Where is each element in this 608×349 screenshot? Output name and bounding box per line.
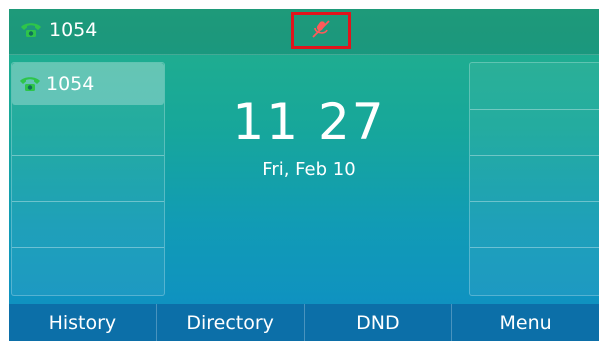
status-account: 1054: [19, 19, 97, 41]
line-key-label: 1054: [46, 73, 95, 95]
mute-indicator: [291, 12, 351, 49]
clock-date: Fri, Feb 10: [262, 159, 356, 180]
microphone-muted-icon: [310, 18, 332, 44]
softkey-bar: History Directory DND Menu: [9, 304, 599, 341]
phone-handset-icon: [18, 75, 42, 93]
phone-handset-icon: [19, 21, 43, 39]
status-account-number: 1054: [49, 19, 98, 41]
line-key-divider: [470, 109, 599, 110]
line-key-divider: [12, 155, 164, 156]
line-key-1054[interactable]: 1054: [12, 63, 164, 105]
softkey-history[interactable]: History: [9, 304, 157, 341]
clock-time: 11 27: [232, 93, 386, 151]
softkey-dnd[interactable]: DND: [305, 304, 453, 341]
softkey-menu[interactable]: Menu: [452, 304, 599, 341]
line-key-divider: [12, 201, 164, 202]
softkey-directory[interactable]: Directory: [157, 304, 305, 341]
line-key-divider: [470, 201, 599, 202]
phone-screen: 1054 1054 11 27 Fri, Feb 10 History Dire…: [9, 9, 599, 341]
right-line-keys: [469, 62, 599, 296]
line-key-divider: [470, 155, 599, 156]
status-bar: 1054: [9, 9, 599, 55]
line-key-divider: [12, 247, 164, 248]
line-key-divider: [470, 247, 599, 248]
left-line-keys: 1054: [11, 62, 165, 296]
